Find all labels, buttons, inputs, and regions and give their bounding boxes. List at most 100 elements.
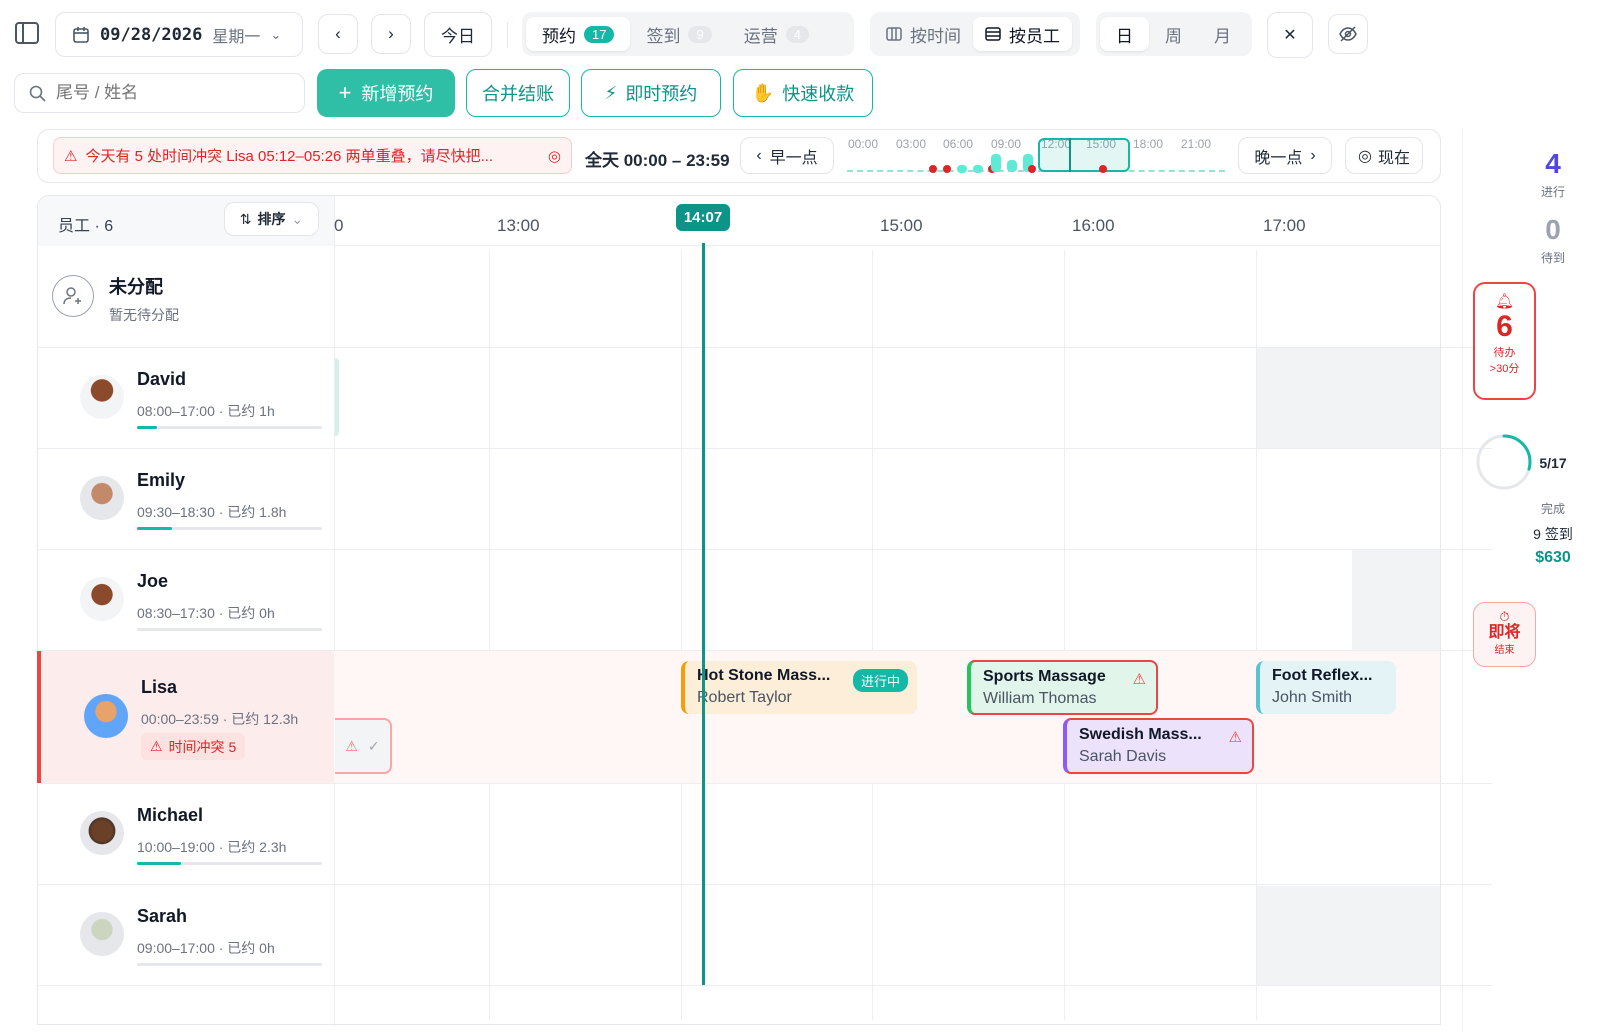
- today-button[interactable]: 今日: [424, 12, 492, 57]
- appointment-swedish-massage[interactable]: Swedish Mass... Sarah Davis ⚠: [1063, 718, 1254, 774]
- range-month[interactable]: 月: [1198, 17, 1247, 51]
- avatar: [84, 694, 128, 738]
- chevron-left-icon: ‹: [335, 24, 341, 43]
- view-by-staff[interactable]: 按员工: [973, 17, 1072, 51]
- chevron-right-icon: ›: [1310, 146, 1316, 164]
- collapse-button[interactable]: ✕: [1267, 12, 1313, 58]
- hour-gridline: [489, 250, 490, 1020]
- weekday: 星期一: [212, 28, 261, 46]
- in-progress-label: 进行: [1540, 185, 1565, 199]
- now-line: [702, 243, 705, 985]
- prev-day-button[interactable]: ‹: [318, 14, 358, 54]
- range-day[interactable]: 日: [1100, 17, 1149, 51]
- minimap[interactable]: 00:00 03:00 06:00 09:00 12:00 15:00 18:0…: [845, 132, 1230, 178]
- tab-badge: 17: [584, 25, 615, 43]
- instant-appointment-button[interactable]: ⚡ 即时预约: [581, 69, 721, 117]
- completed-count: 5/17: [1539, 455, 1567, 471]
- off-hours: [1257, 886, 1440, 986]
- next-day-button[interactable]: ›: [371, 14, 411, 54]
- david-appointment-edge[interactable]: [335, 358, 339, 436]
- staff-name: Sarah: [137, 906, 188, 926]
- hand-coins-icon: ✋: [751, 82, 775, 103]
- plus-icon: +: [338, 80, 352, 105]
- divider: [507, 22, 508, 48]
- columns-icon: [886, 27, 902, 41]
- minimap-dot: [1099, 165, 1107, 173]
- checkin-count: 9 签到: [1533, 526, 1573, 542]
- view-switch: 按时间 按员工: [870, 12, 1080, 56]
- appointment-sports-massage[interactable]: Sports Massage William Thomas ⚠: [967, 660, 1158, 715]
- new-appointment-button[interactable]: + 新增预约: [317, 69, 455, 117]
- tab-badge: 9: [688, 25, 712, 43]
- minimap-baseline: [847, 170, 1225, 172]
- tab-appointments[interactable]: 预约 17: [526, 17, 631, 51]
- quick-pay-button[interactable]: ✋ 快速收款: [733, 69, 873, 117]
- tab-operations[interactable]: 运营 4: [728, 17, 825, 51]
- collapse-icon: ✕: [1283, 27, 1297, 44]
- search-input[interactable]: [56, 83, 276, 103]
- range-label: 全天 00:00 – 23:59: [585, 151, 730, 170]
- merge-checkout-button[interactable]: 合并结账: [466, 69, 570, 117]
- hour-label: 0: [334, 216, 344, 235]
- avatar: [80, 577, 124, 621]
- hour-label: 16:00: [1072, 216, 1115, 235]
- hide-button[interactable]: [1328, 14, 1368, 54]
- minimap-tick: 18:00: [1133, 137, 1164, 151]
- appointment-hot-stone[interactable]: Hot Stone Mass... Robert Taylor 进行中: [681, 661, 917, 714]
- tab-checkin[interactable]: 签到 9: [630, 17, 727, 51]
- staff-hours: 08:30–17:30 · 已约 0h: [137, 605, 275, 621]
- unassigned-sub: 暂无待分配: [109, 307, 179, 323]
- calendar-icon: [73, 26, 89, 43]
- staff-name: David: [137, 369, 187, 389]
- conflict-alert[interactable]: ⚠ 今天有 5 处时间冲突 Lisa 05:12–05:26 两单重叠，请尽快把…: [53, 137, 572, 174]
- sidebar-toggle-icon[interactable]: [14, 20, 42, 48]
- later-button[interactable]: 晚一点 ›: [1238, 137, 1332, 174]
- minimap-window[interactable]: [1038, 138, 1130, 172]
- minimap-dot: [957, 165, 967, 173]
- appointment-foot-reflex[interactable]: Foot Reflex... John Smith: [1256, 661, 1396, 714]
- chevron-down-icon: ⌄: [270, 26, 282, 42]
- staff-hours: 10:00–19:00 · 已约 2.3h: [137, 839, 287, 855]
- row-divider: [37, 448, 1492, 449]
- minimap-tick: 00:00: [848, 137, 879, 151]
- search-field[interactable]: [14, 73, 305, 113]
- row-divider: [37, 549, 1492, 550]
- now-marker: 14:07: [676, 204, 730, 231]
- ending-sub: 结束: [1494, 645, 1515, 656]
- date-picker[interactable]: 09/28/2026 星期一 ⌄: [55, 12, 303, 57]
- now-button[interactable]: ◎ 现在: [1345, 137, 1423, 174]
- warning-icon: ⚠: [345, 737, 358, 754]
- locate-icon[interactable]: ◎: [548, 147, 561, 165]
- view-by-time[interactable]: 按时间: [874, 17, 973, 51]
- staff-hours: 00:00–23:59 · 已约 12.3h: [141, 711, 299, 727]
- row-divider: [37, 783, 1492, 784]
- avatar: [80, 375, 124, 419]
- staff-hours: 09:30–18:30 · 已约 1.8h: [137, 504, 287, 520]
- unassigned-icon: [52, 275, 94, 317]
- utilization-bar: [137, 527, 322, 530]
- staff-column-divider: [334, 196, 335, 1026]
- check-icon: ✓: [367, 737, 380, 754]
- range-week[interactable]: 周: [1149, 17, 1198, 51]
- timer-icon: ⏱: [1499, 609, 1510, 624]
- minimap-tick: 09:00: [991, 137, 1022, 151]
- lisa-overlap-block[interactable]: ⚠ ✓: [335, 718, 392, 774]
- minimap-bar: [991, 154, 1001, 172]
- utilization-bar: [137, 628, 322, 631]
- hour-gridline: [1064, 250, 1065, 1020]
- off-hours: [1352, 550, 1440, 650]
- avatar: [80, 811, 124, 855]
- ending-soon-card[interactable]: ⏱ 即将 结束: [1473, 602, 1536, 667]
- tab-badge: 4: [785, 25, 809, 43]
- completed-label: 完成: [1540, 502, 1565, 516]
- sort-icon: ⇅: [239, 210, 252, 227]
- row-divider: [37, 884, 1492, 885]
- avatar: [80, 476, 124, 520]
- earlier-button[interactable]: ‹ 早一点: [740, 137, 834, 174]
- utilization-bar: [137, 862, 322, 865]
- conflict-badge[interactable]: ⚠ 时间冲突 5: [141, 733, 246, 760]
- pending-card[interactable]: 🔔︎ 6 待办 >30分: [1473, 282, 1536, 400]
- warning-icon: ⚠: [150, 738, 163, 754]
- sort-button[interactable]: ⇅ 排序 ⌄: [224, 202, 319, 236]
- date-value: 09/28/2026: [100, 24, 203, 45]
